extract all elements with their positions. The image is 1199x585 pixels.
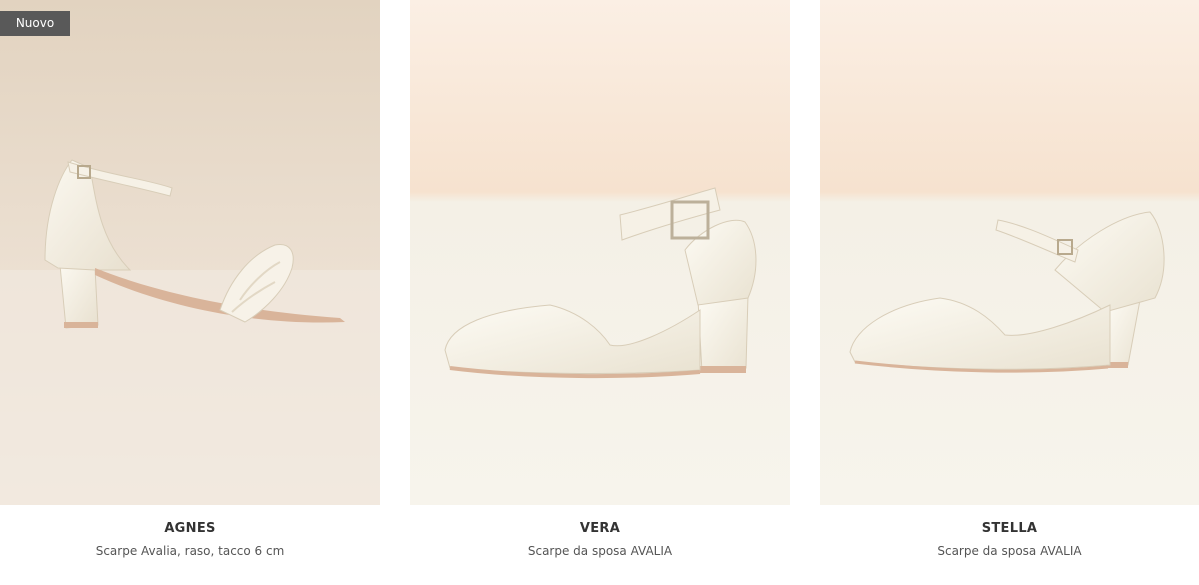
- product-description: Scarpe da sposa AVALIA: [937, 544, 1082, 558]
- product-name[interactable]: STELLA: [820, 521, 1199, 536]
- product-card-vera[interactable]: VERA Scarpe da sposa AVALIA: [410, 0, 790, 585]
- product-card-stella[interactable]: STELLA Scarpe da sposa AVALIA: [820, 0, 1199, 585]
- product-image-agnes[interactable]: Nuovo: [0, 0, 380, 505]
- product-name[interactable]: VERA: [410, 521, 790, 536]
- new-badge: Nuovo: [0, 11, 70, 36]
- product-image-stella[interactable]: [820, 0, 1199, 505]
- product-description: Scarpe da sposa AVALIA: [527, 544, 673, 558]
- product-name[interactable]: AGNES: [0, 521, 380, 536]
- product-description: Scarpe Avalia, raso, tacco 6 cm: [95, 544, 285, 558]
- product-grid: Nuovo AGNES Scarpe Avalia, raso, tacco 6…: [0, 0, 1199, 585]
- product-card-agnes[interactable]: Nuovo AGNES Scarpe Avalia, raso, tacco 6…: [0, 0, 380, 585]
- product-image-vera[interactable]: [410, 0, 790, 505]
